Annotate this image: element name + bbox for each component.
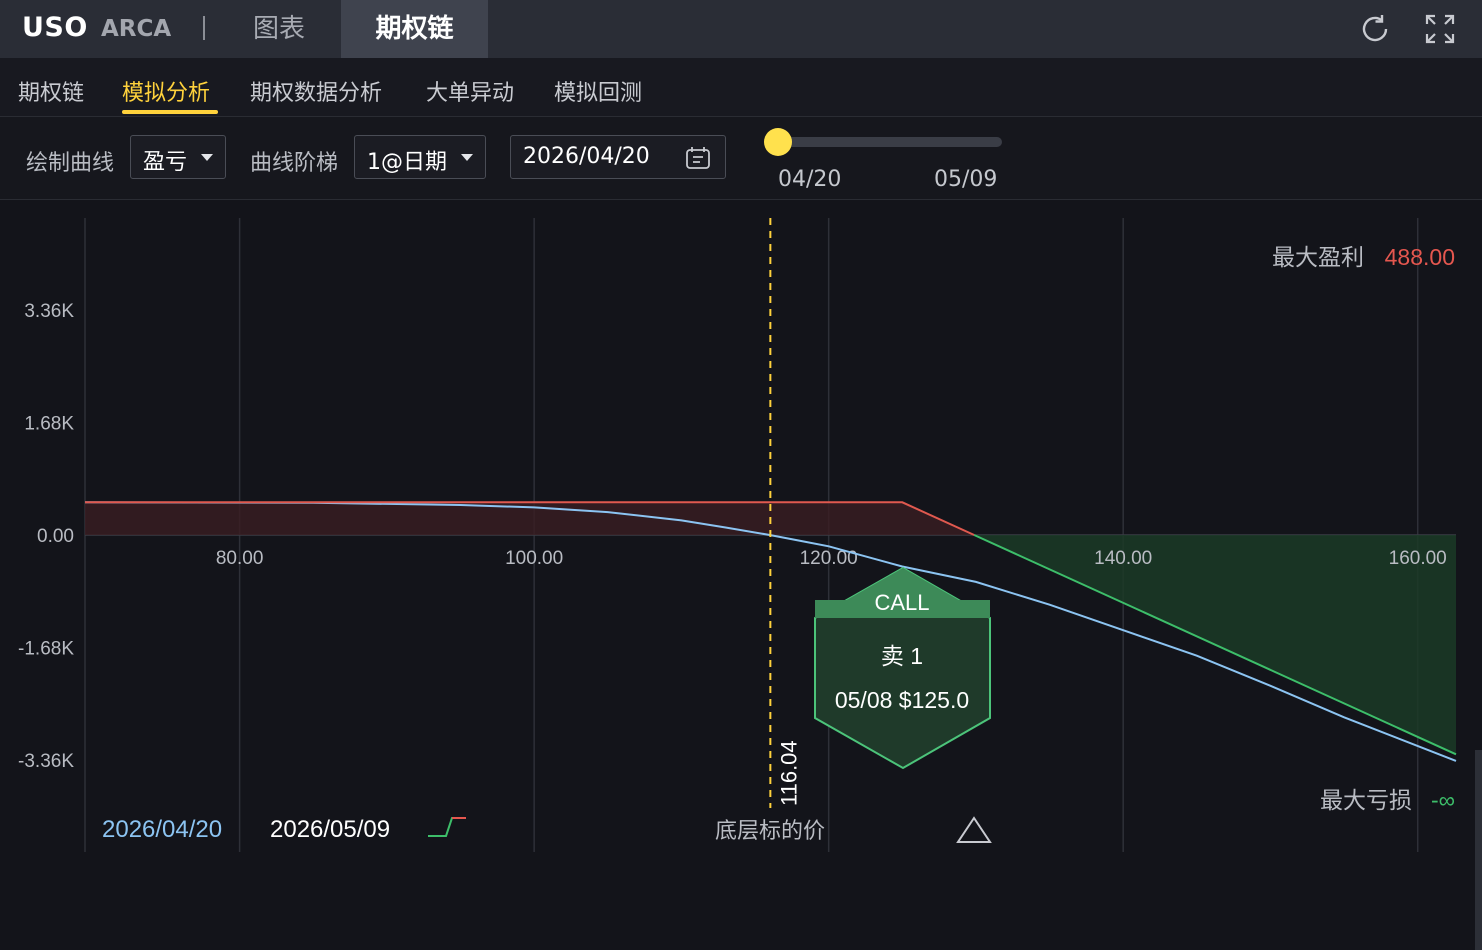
leg-action: 卖 1 [881, 643, 923, 669]
top-bar: USO ARCA 图表 期权链 [0, 0, 1482, 58]
ladder-select-value: 1@日期 [367, 150, 447, 175]
y-tick-label: 3.36K [24, 301, 74, 322]
divider [203, 16, 205, 40]
ladder-select[interactable]: 1@日期 [354, 135, 486, 179]
leg-type: CALL [874, 590, 929, 615]
max-loss-label: 最大亏损 [1320, 787, 1412, 813]
chevron-down-icon [461, 154, 473, 161]
active-tab-underline [122, 110, 218, 114]
subtab-block-trades[interactable]: 大单异动 [426, 75, 514, 107]
y-tick-label: -1.68K [18, 639, 74, 660]
subtab-simulation[interactable]: 模拟分析 [122, 75, 210, 107]
leg-detail: 05/08 $125.0 [835, 687, 969, 713]
sub-navigation [0, 58, 1482, 117]
underlying-price-label: 116.04 [776, 740, 801, 806]
y-tick-label: -3.36K [18, 751, 74, 772]
max-profit-label: 最大盈利 [1272, 244, 1364, 270]
leg-card[interactable]: CALL 卖 1 05/08 $125.0 [814, 566, 991, 770]
curve-label: 绘制曲线 [26, 151, 115, 176]
slider-start-label: 04/20 [778, 167, 842, 192]
y-tick-label: 1.68K [24, 413, 74, 434]
date-slider-thumb[interactable] [764, 128, 792, 156]
pnl-chart[interactable]: 80.00 100.00 120.00 140.00 160.00 3.36K 1.68K 0… [0, 200, 1482, 950]
scrollbar[interactable] [1475, 750, 1482, 950]
ladder-label: 曲线阶梯 [250, 151, 339, 176]
x-tick-label: 80.00 [216, 548, 264, 569]
exchange-label: ARCA [101, 16, 172, 42]
triangle-icon[interactable] [956, 816, 992, 843]
tab-chart[interactable]: 图表 [218, 0, 340, 58]
tab-option-chain[interactable]: 期权链 [341, 0, 488, 58]
chevron-down-icon [201, 154, 213, 161]
underlying-axis-label: 底层标的价 [715, 818, 825, 843]
calendar-icon[interactable] [685, 146, 711, 174]
subtab-backtest[interactable]: 模拟回测 [554, 75, 642, 107]
date-value: 2026/04/20 [523, 144, 650, 169]
slider-end-label: 05/09 [934, 167, 998, 192]
x-tick-label: 100.00 [505, 548, 563, 569]
curve-select-value: 盈亏 [143, 150, 188, 175]
subtab-option-data-analysis[interactable]: 期权数据分析 [250, 75, 382, 107]
step-line-icon [428, 817, 466, 837]
max-loss-value: -∞ [1431, 787, 1455, 813]
refresh-icon[interactable] [1358, 12, 1392, 46]
expand-icon[interactable] [1423, 12, 1457, 46]
date-slider-track[interactable] [778, 137, 1002, 147]
y-tick-label: 0.00 [37, 526, 74, 547]
ticker-symbol: USO [22, 12, 88, 43]
x-tick-label: 160.00 [1389, 548, 1447, 569]
x-tick-label: 140.00 [1094, 548, 1152, 569]
legend-expiry-date[interactable]: 2026/05/09 [270, 816, 390, 843]
date-field[interactable]: 2026/04/20 [510, 135, 726, 179]
curve-select[interactable]: 盈亏 [130, 135, 226, 179]
subtab-option-chain[interactable]: 期权链 [18, 75, 84, 107]
legend-current-date[interactable]: 2026/04/20 [102, 816, 222, 843]
max-profit-value: 488.00 [1385, 244, 1455, 270]
